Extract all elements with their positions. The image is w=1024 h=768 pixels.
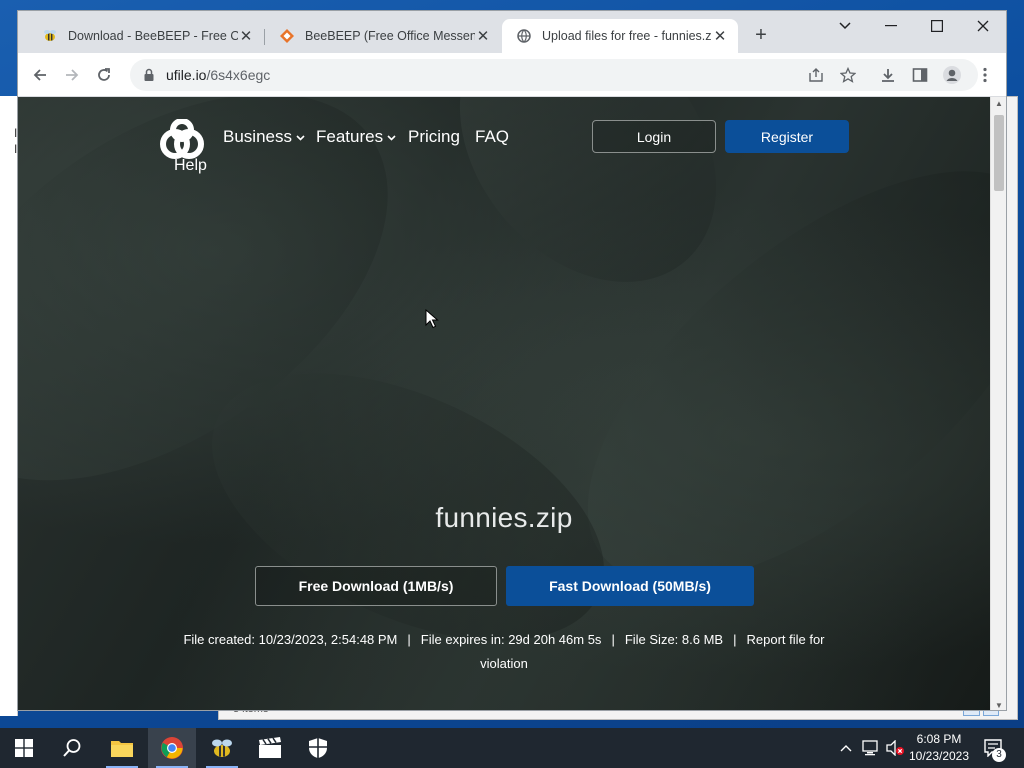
url-path: /6s4x6egc <box>206 67 271 83</box>
close-tab-icon[interactable]: ✕ <box>238 27 254 45</box>
separator: | <box>611 632 615 647</box>
nav-help[interactable]: Help <box>174 157 207 175</box>
windows-start-icon[interactable] <box>0 728 48 768</box>
browser-toolbar: ufile.io/6s4x6egc <box>18 53 1006 97</box>
tab-beebeep-messenger[interactable]: BeeBEEP (Free Office Messenger ✕ <box>265 19 501 53</box>
bookmark-star-icon[interactable] <box>836 63 860 87</box>
back-button[interactable] <box>28 63 52 87</box>
video-editor-icon[interactable] <box>246 728 294 768</box>
side-panel-icon[interactable] <box>908 63 932 87</box>
lock-icon[interactable] <box>142 68 156 82</box>
nav-business[interactable]: Business <box>223 127 305 147</box>
address-bar[interactable]: ufile.io/6s4x6egc <box>130 59 978 91</box>
login-button[interactable]: Login <box>592 120 716 153</box>
nav-features[interactable]: Features <box>316 127 396 147</box>
url-host: ufile.io <box>166 67 207 83</box>
network-icon[interactable] <box>860 728 882 768</box>
nav-faq[interactable]: FAQ <box>475 127 509 147</box>
share-icon[interactable] <box>804 63 828 87</box>
chevron-down-icon <box>296 135 305 141</box>
chrome-icon[interactable] <box>148 728 196 768</box>
file-name-heading: funnies.zip <box>435 502 573 533</box>
fast-download-button[interactable]: Fast Download (50MB/s) <box>506 566 754 606</box>
separator: | <box>733 632 737 647</box>
show-hidden-icons[interactable] <box>836 728 856 768</box>
nav-label: Business <box>223 127 292 146</box>
scroll-down-icon[interactable]: ▼ <box>991 701 1006 710</box>
tab-beebeep-download[interactable]: Download - BeeBEEP - Free Offic ✕ <box>28 19 264 53</box>
tab-ufile-upload[interactable]: Upload files for free - funnies.zip ✕ <box>502 19 738 53</box>
file-info: File created: 10/23/2023, 2:54:48 PM | Fil… <box>168 628 840 676</box>
tab-title: Download - BeeBEEP - Free Offic <box>68 29 238 43</box>
web-page: Help Business Features Pricing FAQ Login… <box>18 97 990 710</box>
defender-icon[interactable] <box>294 728 342 768</box>
diamond-icon <box>279 28 295 44</box>
file-expires-text: File expires in: 29d 20h 46m 5s <box>420 632 602 647</box>
close-tab-icon[interactable]: ✕ <box>475 27 491 45</box>
chevron-down-icon <box>387 135 396 141</box>
nav-label: FAQ <box>475 127 510 146</box>
tab-search-icon[interactable] <box>822 11 868 41</box>
clock-date: 10/23/2023 <box>908 749 970 763</box>
maximize-button[interactable] <box>914 11 960 41</box>
page-scrollbar[interactable]: ▲ ▼ <box>990 97 1006 710</box>
nav-label: Features <box>316 127 384 146</box>
nav-label: Pricing <box>408 127 460 146</box>
nav-pricing[interactable]: Pricing <box>408 127 460 147</box>
browser-window: Download - BeeBEEP - Free Offic ✕ BeeBEE… <box>17 10 1007 711</box>
volume-muted-icon[interactable] <box>884 728 906 768</box>
bee-icon <box>42 28 58 44</box>
minimize-button[interactable] <box>868 11 914 41</box>
globe-icon <box>516 28 532 44</box>
url-text: ufile.io/6s4x6egc <box>166 67 270 83</box>
search-icon[interactable] <box>48 728 96 768</box>
forward-button[interactable] <box>60 63 84 87</box>
clock-time: 6:08 PM <box>916 732 962 746</box>
free-download-button[interactable]: Free Download (1MB/s) <box>255 566 497 606</box>
notification-count-badge: 3 <box>992 748 1006 762</box>
system-clock[interactable]: 6:08 PM 10/23/2023 <box>905 731 973 765</box>
file-size-text: File Size: 8.6 MB <box>624 632 724 647</box>
scroll-up-icon[interactable]: ▲ <box>991 99 1006 108</box>
tab-strip: Download - BeeBEEP - Free Offic ✕ BeeBEE… <box>18 11 1006 53</box>
more-menu-icon[interactable] <box>973 63 997 87</box>
file-created-text: File created: 10/23/2023, 2:54:48 PM <box>183 632 398 647</box>
file-explorer-icon[interactable] <box>98 728 146 768</box>
close-tab-icon[interactable]: ✕ <box>712 27 728 45</box>
reload-button[interactable] <box>92 63 116 87</box>
scrollbar-thumb[interactable] <box>994 115 1004 191</box>
notification-center-icon[interactable]: 3 <box>980 728 1008 768</box>
tab-title: Upload files for free - funnies.zip <box>542 29 712 43</box>
beebeep-icon[interactable] <box>198 728 246 768</box>
close-window-button[interactable] <box>960 11 1006 41</box>
mouse-cursor-icon <box>425 309 439 329</box>
new-tab-button[interactable]: + <box>751 25 771 45</box>
ufile-logo[interactable] <box>158 119 206 159</box>
tab-title: BeeBEEP (Free Office Messenger <box>305 29 475 43</box>
separator: | <box>407 632 411 647</box>
background-window-edge: I I <box>0 96 18 716</box>
profile-avatar-icon[interactable] <box>940 63 964 87</box>
register-button[interactable]: Register <box>725 120 849 153</box>
taskbar: 6:08 PM 10/23/2023 3 <box>0 728 1024 768</box>
downloads-icon[interactable] <box>876 63 900 87</box>
